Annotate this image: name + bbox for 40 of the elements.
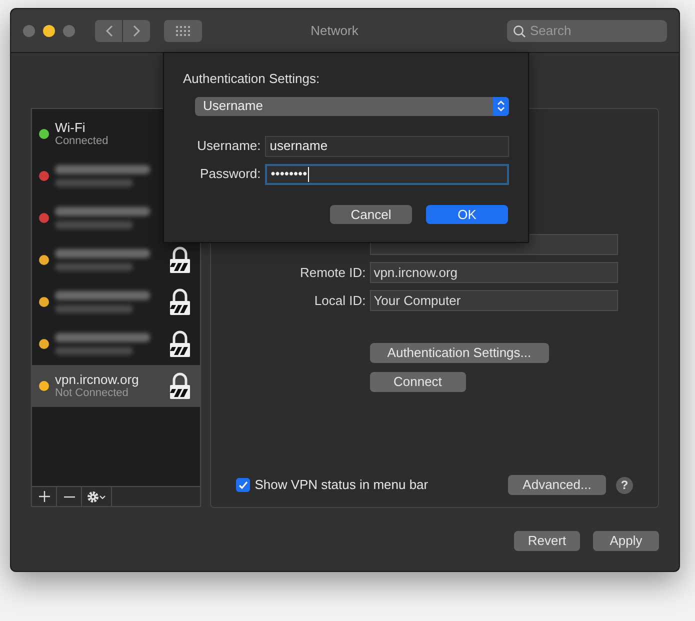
method-select[interactable]: Username bbox=[195, 96, 509, 116]
minus-icon bbox=[64, 496, 74, 498]
field-label: Remote ID: bbox=[298, 264, 366, 282]
footer-button[interactable]: Revert bbox=[514, 531, 580, 551]
chevron-left-icon bbox=[104, 24, 112, 36]
gear-icon bbox=[86, 490, 106, 502]
grid-icon bbox=[176, 26, 190, 36]
show-all-button[interactable] bbox=[164, 20, 202, 42]
field-label: Local ID: bbox=[313, 292, 366, 310]
search-field[interactable]: Search bbox=[507, 20, 667, 42]
up-down-chevron-icon bbox=[497, 100, 505, 112]
service-status: Connected bbox=[55, 135, 110, 148]
text-field[interactable]: Your Computer bbox=[370, 290, 618, 311]
forward-button[interactable] bbox=[123, 20, 150, 42]
chevron-right-icon bbox=[132, 24, 140, 36]
dialog-button[interactable]: Cancel bbox=[330, 204, 412, 224]
panel-button[interactable]: Connect bbox=[370, 372, 466, 392]
back-button[interactable] bbox=[95, 20, 122, 42]
checkbox-label: Show VPN status in menu bar bbox=[254, 476, 428, 494]
dialog-text-field[interactable]: username bbox=[264, 136, 509, 156]
service-status: Not Connected bbox=[55, 387, 130, 400]
checkbox[interactable] bbox=[236, 478, 250, 492]
advanced-button[interactable]: Advanced... bbox=[508, 475, 606, 495]
text-field[interactable]: vpn.ircnow.org bbox=[370, 262, 618, 283]
window-title: Network bbox=[310, 22, 358, 40]
minimize-window-button[interactable] bbox=[43, 24, 55, 36]
panel-button[interactable]: Authentication Settings... bbox=[370, 343, 549, 363]
dialog-field-label: Username: bbox=[196, 137, 261, 156]
dialog-title: Authentication Settings: bbox=[183, 70, 321, 88]
dialog-field-label: Password: bbox=[199, 165, 261, 184]
checkmark-icon bbox=[238, 480, 248, 490]
footer-button[interactable]: Apply bbox=[593, 531, 659, 551]
service-name: vpn.ircnow.org bbox=[55, 372, 140, 387]
search-icon bbox=[513, 24, 526, 38]
help-button[interactable]: ? bbox=[616, 476, 633, 494]
service-item[interactable]: vpn.ircnow.org Not Connected bbox=[32, 365, 200, 407]
service-name: Wi-Fi bbox=[55, 120, 86, 135]
plus-icon bbox=[38, 491, 50, 502]
dialog-button[interactable]: OK bbox=[426, 204, 508, 224]
dialog-text-field[interactable]: •••••••• bbox=[264, 164, 509, 184]
